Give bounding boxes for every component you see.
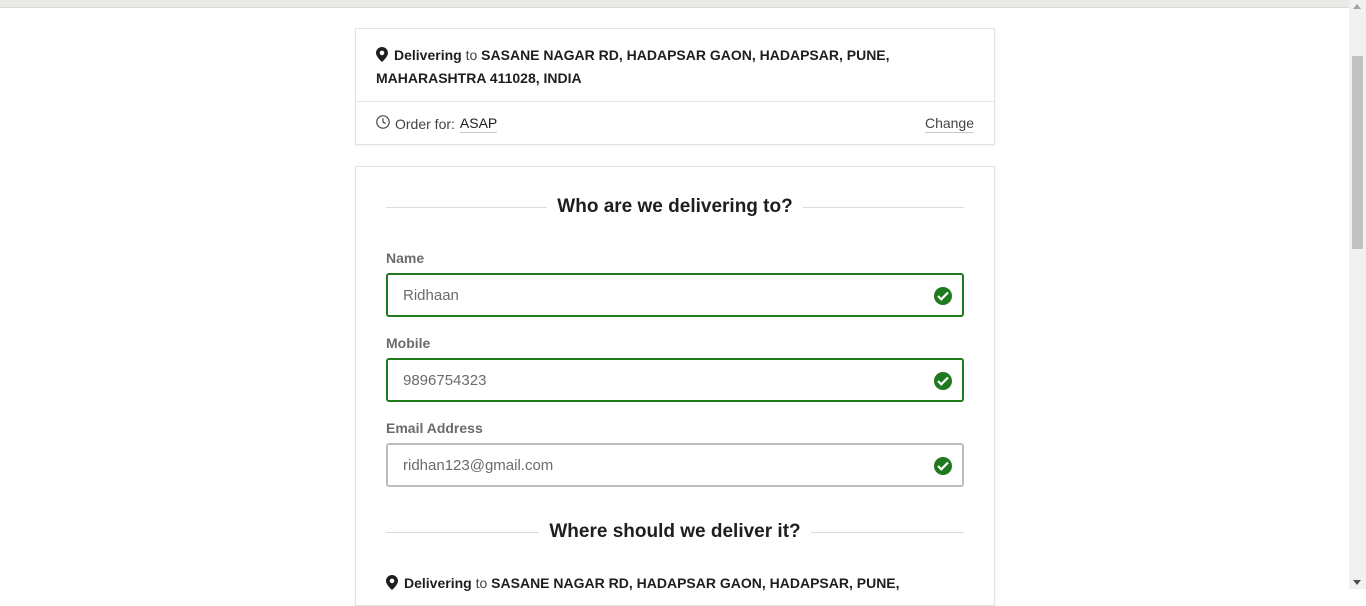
map-background-strip: [0, 0, 1349, 8]
name-input[interactable]: [388, 275, 962, 315]
where-section-title: Where should we deliver it?: [549, 521, 801, 542]
where-section-heading: Where should we deliver it?: [386, 520, 964, 544]
scroll-up-arrow-icon[interactable]: [1353, 4, 1361, 9]
to-label: to: [465, 47, 478, 63]
check-circle-icon: [934, 287, 952, 305]
delivering-label: Delivering: [394, 47, 462, 63]
map-pin-icon: [376, 47, 388, 68]
scroll-down-arrow-icon[interactable]: [1353, 580, 1361, 585]
delivery-address: Delivering to SASANE NAGAR RD, HADAPSAR …: [356, 29, 994, 102]
order-time-value: ASAP: [459, 114, 498, 133]
order-time-row: Order for: ASAP Change: [356, 102, 994, 145]
clock-icon: [376, 115, 390, 132]
who-section-heading: Who are we delivering to?: [386, 195, 965, 219]
checkout-form-card: Who are we delivering to? Name Mobile Em…: [355, 166, 995, 606]
check-circle-icon: [934, 457, 952, 475]
name-label: Name: [386, 250, 425, 266]
who-section-title: Who are we delivering to?: [557, 196, 793, 217]
check-circle-icon: [934, 372, 952, 390]
delivery-address-repeat: Delivering to SASANE NAGAR RD, HADAPSAR …: [386, 573, 946, 596]
scrollbar-thumb[interactable]: [1352, 56, 1363, 249]
delivery-summary-card: Delivering to SASANE NAGAR RD, HADAPSAR …: [355, 28, 995, 145]
divider: [386, 531, 540, 533]
page-scrollbar[interactable]: [1349, 0, 1366, 589]
name-field[interactable]: [386, 273, 964, 317]
mobile-label: Mobile: [386, 335, 431, 351]
divider: [802, 206, 965, 208]
map-pin-icon: [386, 575, 398, 596]
email-input[interactable]: [388, 445, 962, 485]
email-label: Email Address: [386, 420, 483, 436]
mobile-field[interactable]: [386, 358, 964, 402]
order-for-label: Order for:: [395, 115, 455, 132]
email-field[interactable]: [386, 443, 964, 487]
divider: [386, 206, 548, 208]
change-order-time-link[interactable]: Change: [924, 115, 974, 133]
divider: [810, 531, 964, 533]
mobile-input[interactable]: [388, 360, 962, 400]
